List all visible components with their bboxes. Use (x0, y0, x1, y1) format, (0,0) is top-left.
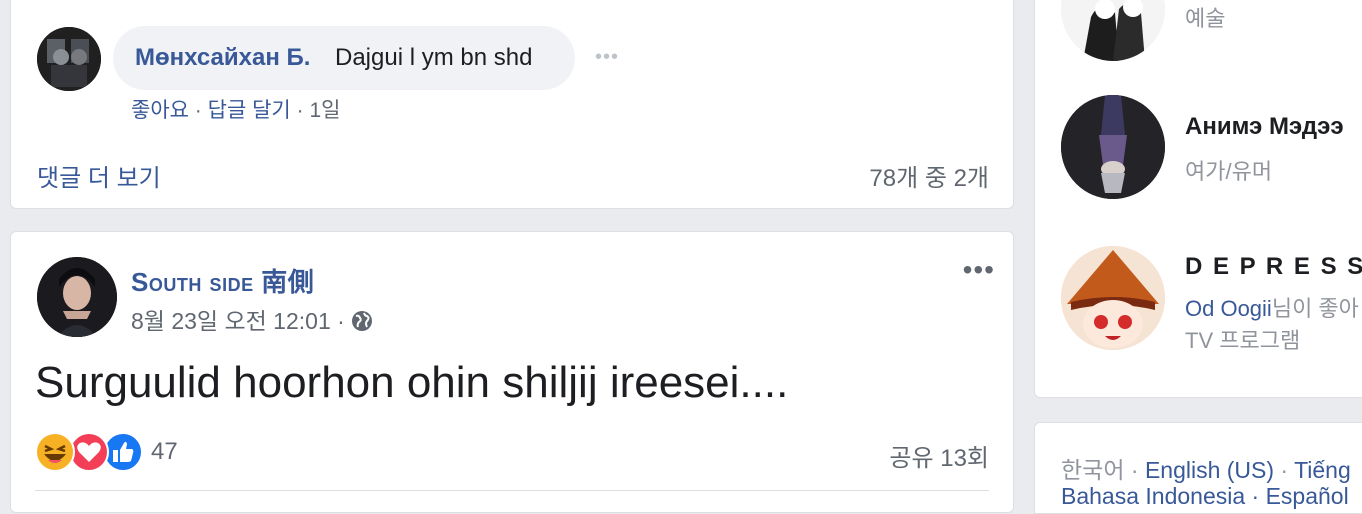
friend-suffix: 님이 좋아 (1271, 296, 1359, 321)
view-more-comments-link[interactable]: 댓글 더 보기 (37, 158, 161, 193)
post-meta: 8월 23일 오전 12:01 · (131, 302, 373, 338)
globe-icon[interactable] (351, 310, 373, 338)
reaction-count[interactable]: 47 (151, 438, 178, 466)
post-author-avatar[interactable] (37, 257, 117, 337)
haha-reaction-icon (35, 432, 75, 472)
page-avatar[interactable] (1061, 246, 1165, 350)
post-timestamp-link[interactable]: 8월 23일 오전 12:01 (131, 308, 331, 334)
comment-author-link[interactable]: Мөнхсайхан Б. (135, 44, 310, 72)
divider (35, 490, 989, 491)
page-social-context: Od Oogii님이 좋아 (1185, 291, 1359, 323)
separator: · (188, 99, 208, 122)
page-avatar[interactable] (1061, 95, 1165, 199)
page-name-link[interactable]: D E P R E S S E (1185, 253, 1362, 281)
language-selector: 한국어 · English (US) · Tiếng Bahasa Indone… (1034, 422, 1362, 514)
like-reaction-icon (103, 432, 143, 472)
page-name-link[interactable]: Анимэ Мэдээ (1185, 113, 1344, 141)
page-category: TV 프로그램 (1185, 328, 1301, 353)
page-avatar[interactable] (1061, 0, 1165, 61)
language-link-english[interactable]: English (US) (1145, 457, 1274, 483)
language-line: 한국어 · English (US) · Tiếng (1061, 451, 1351, 485)
language-link-vietnamese[interactable]: Tiếng (1294, 457, 1351, 483)
comment-bubble: Мөнхсайхан Б. Dajgui l ym bn shd (113, 26, 575, 90)
reply-comment-link[interactable]: 답글 달기 (208, 99, 291, 122)
comment-count: 78개 중 2개 (869, 165, 989, 192)
love-reaction-icon (69, 432, 109, 472)
current-language: 한국어 (1061, 457, 1125, 483)
separator: · (330, 308, 352, 334)
separator: · (1124, 457, 1145, 483)
language-link-more[interactable]: Bahasa Indonesia · Español (1061, 483, 1349, 510)
comments-card: Мөнхсайхан Б. Dajgui l ym bn shd ••• 좋아요… (10, 0, 1014, 209)
comment-text: Dajgui l ym bn shd (335, 44, 533, 71)
post-text: Surguulid hoorhon ohin shiljij ireesei..… (35, 358, 789, 407)
separator: · (290, 99, 310, 122)
post-card: South side 南側 8월 23일 오전 12:01 · ••• Surg… (10, 231, 1014, 513)
share-count-link[interactable]: 공유 13회 (889, 438, 989, 473)
page-category: 예술 (1185, 6, 1226, 31)
like-comment-link[interactable]: 좋아요 (131, 99, 189, 122)
more-horizontal-icon[interactable]: ••• (595, 46, 619, 69)
friend-name-link[interactable]: Od Oogii (1185, 296, 1272, 321)
page-category: 여가/유머 (1185, 159, 1273, 184)
pages-sidebar: 예술 Анимэ Мэдээ 여가/유머 D E P R E S S E Od … (1034, 0, 1362, 398)
comment-actions: 좋아요 · 답글 달기 · 1일 (131, 94, 340, 124)
reactions-summary[interactable]: 47 (35, 432, 195, 472)
post-author-link[interactable]: South side 南側 (131, 262, 314, 299)
separator: · (1274, 457, 1295, 483)
comment-time[interactable]: 1일 (309, 99, 340, 122)
commenter-avatar[interactable] (37, 27, 101, 91)
more-horizontal-icon[interactable]: ••• (963, 254, 995, 286)
